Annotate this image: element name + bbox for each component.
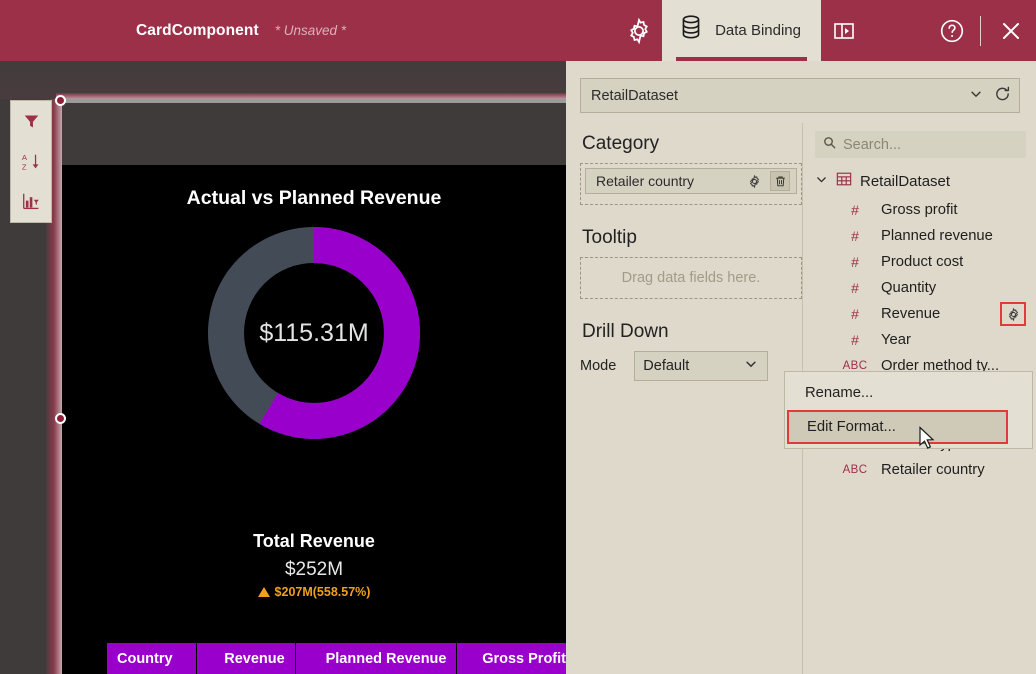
tooltip-dropzone[interactable]: Drag data fields here. [580, 257, 802, 299]
sort-az-icon: A Z [21, 152, 41, 177]
gear-icon[interactable] [744, 171, 764, 191]
field-list-item-label: Year [881, 332, 911, 348]
tab-data-binding[interactable]: Data Binding [662, 0, 821, 61]
data-grid-header-cell: Planned Revenue [295, 643, 458, 674]
donut-chart[interactable]: $115.31M [202, 221, 426, 445]
dataset-row: RetailDataset [580, 78, 1020, 113]
data-grid-header-row: Country Revenue Planned Revenue Gross Profi… [107, 643, 566, 674]
close-icon [999, 19, 1023, 43]
search-placeholder: Search... [843, 136, 902, 153]
text-field-icon: ABC [842, 464, 868, 476]
field-settings-gear-icon[interactable] [1000, 302, 1026, 326]
data-grid-header-cell: Revenue [196, 643, 296, 674]
number-field-icon: # [851, 332, 859, 348]
tooltip-section-title: Tooltip [582, 227, 637, 248]
title-bar: CardComponent * Unsaved * Data Binding [0, 0, 1036, 61]
gear-icon [624, 16, 654, 46]
total-revenue-value: $252M [284, 559, 344, 580]
field-list-item[interactable]: # Planned revenue [803, 223, 1036, 249]
chart-filter-icon [22, 192, 41, 216]
refresh-icon[interactable] [994, 85, 1011, 106]
donut-center-value: $115.31M [259, 318, 369, 347]
field-list-item-label: Product cost [881, 254, 964, 270]
chevron-down-icon[interactable] [969, 87, 983, 105]
card-component[interactable]: Actual vs Planned Revenue $115.31M Total… [62, 165, 566, 674]
chevron-down-icon[interactable] [744, 357, 758, 375]
data-grid-header-cell: Country [107, 643, 197, 674]
unsaved-indicator: * Unsaved * [274, 22, 347, 38]
selection-handle-mid-left[interactable] [55, 413, 66, 424]
database-icon [678, 14, 704, 47]
field-tree-root[interactable]: RetailDataset [803, 166, 1036, 197]
field-list-item-label: Revenue [881, 306, 941, 322]
data-binding-panel: RetailDataset Category Retailer country … [566, 61, 1036, 674]
field-tree-root-label: RetailDataset [860, 173, 951, 190]
drilldown-mode-label: Mode [580, 358, 617, 374]
field-list-item[interactable]: # Gross profit [803, 197, 1036, 223]
field-context-menu: Rename... Edit Format... [784, 371, 1033, 449]
help-circle-icon [939, 18, 965, 44]
number-field-icon: # [851, 280, 859, 296]
trash-icon[interactable] [770, 171, 790, 191]
field-list-item[interactable]: # Year [803, 327, 1036, 353]
settings-button[interactable] [616, 0, 662, 61]
sort-button[interactable]: A Z [15, 149, 47, 179]
number-field-icon: # [851, 306, 859, 322]
panel-toggle-icon [832, 19, 856, 43]
field-list-item[interactable]: # Product cost [803, 249, 1036, 275]
drilldown-mode-row: Mode Default [580, 351, 802, 381]
selection-handle-top-left[interactable] [55, 95, 66, 106]
field-list-item[interactable]: ABC Retailer country [803, 457, 1036, 483]
card-tools-toolbar: A Z [10, 100, 52, 223]
binding-sections: Category Retailer country Tooltip Drag d… [580, 127, 802, 381]
total-revenue-label: Total Revenue [253, 531, 375, 551]
field-list-item[interactable]: # Revenue [803, 301, 1036, 327]
field-list-item[interactable]: # Quantity [803, 275, 1036, 301]
category-dropzone[interactable]: Retailer country [580, 163, 802, 205]
table-icon [836, 171, 852, 192]
drilldown-section-title: Drill Down [582, 321, 669, 342]
chart-title: Actual vs Planned Revenue [186, 187, 442, 209]
triangle-up-icon [257, 587, 270, 597]
close-button[interactable] [986, 0, 1036, 61]
search-icon [823, 136, 836, 153]
dataset-value: RetailDataset [591, 87, 679, 104]
filter-icon [23, 113, 40, 135]
design-canvas[interactable]: Actual vs Planned Revenue $115.31M Total… [0, 61, 566, 674]
data-grid: Country Revenue Planned Revenue Gross Profi… [107, 643, 566, 674]
category-field-chip[interactable]: Retailer country [585, 168, 797, 194]
number-field-icon: # [851, 254, 859, 270]
filter-button[interactable] [15, 109, 47, 139]
search-input[interactable]: Search... [815, 131, 1026, 158]
context-menu-item[interactable]: Edit Format... [787, 410, 1008, 444]
tab-data-binding-label: Data Binding [715, 22, 801, 39]
dataset-select[interactable]: RetailDataset [580, 78, 1020, 113]
field-list-item-label: Retailer country [881, 462, 985, 478]
category-field-label: Retailer country [596, 173, 695, 189]
application-window: CardComponent * Unsaved * Data Binding A… [0, 0, 1036, 674]
help-button[interactable] [929, 0, 975, 61]
number-field-icon: # [851, 202, 859, 218]
field-list-item-label: Gross profit [881, 202, 958, 218]
context-menu-item[interactable]: Rename... [785, 376, 1032, 410]
canvas-grey-band [56, 99, 566, 103]
field-list-item-label: Quantity [881, 280, 937, 296]
number-field-icon: # [851, 228, 859, 244]
svg-text:Z: Z [22, 162, 27, 171]
panel-toggle-button[interactable] [821, 0, 867, 61]
chevron-down-icon[interactable] [815, 173, 828, 191]
tooltip-placeholder: Drag data fields here. [621, 270, 761, 286]
drilldown-mode-value: Default [643, 358, 690, 374]
data-grid-header-cell: Gross Profit [456, 643, 566, 674]
titlebar-divider [980, 15, 981, 46]
title-zone: CardComponent * Unsaved * [136, 22, 346, 40]
field-list-item-label: Planned revenue [881, 228, 993, 244]
page-title: CardComponent [136, 21, 259, 39]
delta-indicator: $207M(558.57%) [62, 585, 566, 599]
svg-text:A: A [22, 153, 28, 162]
chart-filter-button[interactable] [15, 189, 47, 219]
delta-value: $207M(558.57%) [274, 585, 371, 599]
drilldown-mode-select[interactable]: Default [634, 351, 769, 381]
category-section-title: Category [582, 133, 660, 154]
